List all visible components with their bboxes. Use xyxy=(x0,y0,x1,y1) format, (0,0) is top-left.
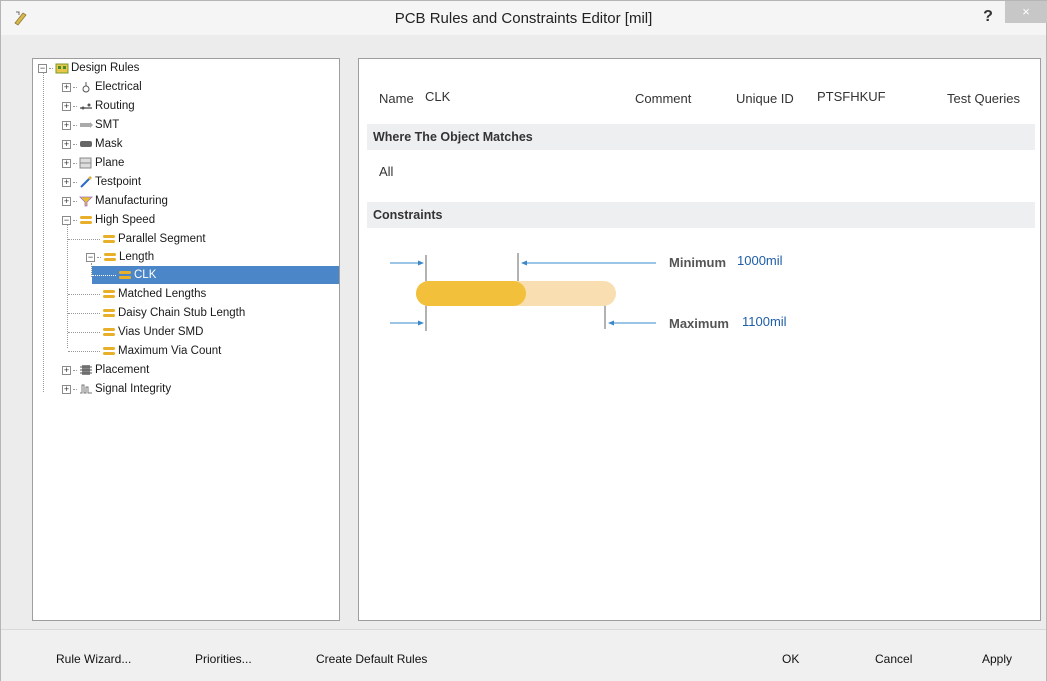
tree-item-label: Placement xyxy=(95,364,150,376)
help-button[interactable]: ? xyxy=(977,6,999,28)
placement-icon xyxy=(79,364,93,376)
collapse-icon[interactable]: − xyxy=(86,252,95,262)
collapse-icon[interactable]: − xyxy=(38,63,47,73)
constraints-header: Constraints xyxy=(367,202,1035,228)
expand-icon[interactable]: + xyxy=(62,365,71,375)
testpoint-icon xyxy=(79,176,93,188)
name-value[interactable]: CLK xyxy=(425,89,450,104)
ok-button[interactable]: OK xyxy=(782,652,799,666)
tree-item-parallel-segment[interactable]: Parallel Segment xyxy=(68,230,206,248)
tree-item-daisy-chain-stub-length[interactable]: Daisy Chain Stub Length xyxy=(68,304,245,322)
expand-icon[interactable]: + xyxy=(62,384,71,394)
high-speed-icon xyxy=(79,214,93,226)
unique-id-value[interactable]: PTSFHKUF xyxy=(817,89,886,104)
tree-item-clk[interactable]: CLK xyxy=(92,266,339,284)
tree-item-label: Design Rules xyxy=(71,62,140,74)
where-object-matches-header: Where The Object Matches xyxy=(367,124,1035,150)
tree-item-label: CLK xyxy=(134,269,157,281)
expand-icon[interactable]: + xyxy=(62,139,71,149)
tree-item-plane[interactable]: + Plane xyxy=(62,154,124,172)
plane-icon xyxy=(79,157,93,169)
minimum-label: Minimum xyxy=(669,255,727,270)
tree-item-manufacturing[interactable]: + Manufacturing xyxy=(62,192,168,210)
maximum-via-count-icon xyxy=(102,345,116,357)
expand-icon[interactable]: + xyxy=(62,196,71,206)
comment-label: Comment xyxy=(635,91,692,106)
close-button[interactable]: × xyxy=(1005,1,1047,23)
tree-item-matched-lengths[interactable]: Matched Lengths xyxy=(68,285,206,303)
tree-item-vias-under-smd[interactable]: Vias Under SMD xyxy=(68,323,203,341)
tree-item-routing[interactable]: + Routing xyxy=(62,97,135,115)
tree-item-length[interactable]: − Length xyxy=(86,248,154,266)
dialog-button-bar: Rule Wizard... Priorities... Create Defa… xyxy=(1,629,1046,681)
tree-item-label: SMT xyxy=(95,119,120,131)
minimum-value[interactable]: 1000mil xyxy=(737,253,783,268)
collapse-icon[interactable]: − xyxy=(62,215,71,225)
daisy-chain-icon xyxy=(102,307,116,319)
length-icon xyxy=(103,251,117,263)
mask-icon xyxy=(79,138,93,150)
rules-tree: − Design Rules + Electrical + Routing + … xyxy=(32,58,340,621)
tree-item-testpoint[interactable]: + Testpoint xyxy=(62,173,141,191)
tree-item-smt[interactable]: + SMT xyxy=(62,116,119,134)
name-label: Name xyxy=(379,91,414,106)
title-bar: PCB Rules and Constraints Editor [mil] ?… xyxy=(1,1,1047,35)
tree-item-label: Length xyxy=(119,251,155,263)
signal-integrity-icon xyxy=(79,383,93,395)
expand-icon[interactable]: + xyxy=(62,177,71,187)
expand-icon[interactable]: + xyxy=(62,101,71,111)
tree-item-label: Electrical xyxy=(95,81,142,93)
electrical-icon xyxy=(79,81,93,93)
tree-item-design-rules[interactable]: − Design Rules xyxy=(38,59,139,77)
tree-item-label: Testpoint xyxy=(95,176,142,188)
tree-item-label: Routing xyxy=(95,100,135,112)
clk-rule-icon xyxy=(118,269,132,281)
unique-id-label: Unique ID xyxy=(736,91,794,106)
apply-button[interactable]: Apply xyxy=(982,652,1012,666)
create-default-rules-button[interactable]: Create Default Rules xyxy=(316,652,427,666)
test-queries-button[interactable]: Test Queries xyxy=(947,91,1020,106)
tree-item-label: Manufacturing xyxy=(95,195,168,207)
rules-editor-window: PCB Rules and Constraints Editor [mil] ?… xyxy=(0,0,1047,681)
tree-connector xyxy=(43,73,44,392)
vias-under-smd-icon xyxy=(102,326,116,338)
cancel-button[interactable]: Cancel xyxy=(875,652,912,666)
tree-item-electrical[interactable]: + Electrical xyxy=(62,78,142,96)
tree-item-label: Mask xyxy=(95,138,123,150)
maximum-value[interactable]: 1100mil xyxy=(742,314,787,329)
expand-icon[interactable]: + xyxy=(62,120,71,130)
matched-lengths-icon xyxy=(102,288,116,300)
tree-item-label: Daisy Chain Stub Length xyxy=(118,307,246,319)
manufacturing-icon xyxy=(79,195,93,207)
tree-item-label: Maximum Via Count xyxy=(118,345,222,357)
tree-item-signal-integrity[interactable]: + Signal Integrity xyxy=(62,380,171,398)
tree-item-high-speed[interactable]: − High Speed xyxy=(62,211,155,229)
rule-wizard-button[interactable]: Rule Wizard... xyxy=(56,652,131,666)
routing-icon xyxy=(79,100,93,112)
tree-item-label: Matched Lengths xyxy=(118,288,207,300)
maximum-label: Maximum xyxy=(669,316,729,331)
tree-item-label: Parallel Segment xyxy=(118,233,206,245)
tree-item-placement[interactable]: + Placement xyxy=(62,361,149,379)
rule-detail-panel: Name CLK Comment Unique ID PTSFHKUF Test… xyxy=(358,58,1041,621)
tree-item-label: High Speed xyxy=(95,214,156,226)
tree-item-mask[interactable]: + Mask xyxy=(62,135,122,153)
expand-icon[interactable]: + xyxy=(62,158,71,168)
parallel-segment-icon xyxy=(102,233,116,245)
priorities-button[interactable]: Priorities... xyxy=(195,652,252,666)
tree-item-label: Signal Integrity xyxy=(95,383,172,395)
design-rules-icon xyxy=(55,62,69,74)
window-title: PCB Rules and Constraints Editor [mil] xyxy=(394,10,653,27)
smt-icon xyxy=(79,119,93,131)
tree-item-label: Vias Under SMD xyxy=(118,326,204,338)
expand-icon[interactable]: + xyxy=(62,82,71,92)
tree-item-maximum-via-count[interactable]: Maximum Via Count xyxy=(68,342,221,360)
tree-item-label: Plane xyxy=(95,157,125,169)
where-query-value[interactable]: All xyxy=(379,164,393,179)
